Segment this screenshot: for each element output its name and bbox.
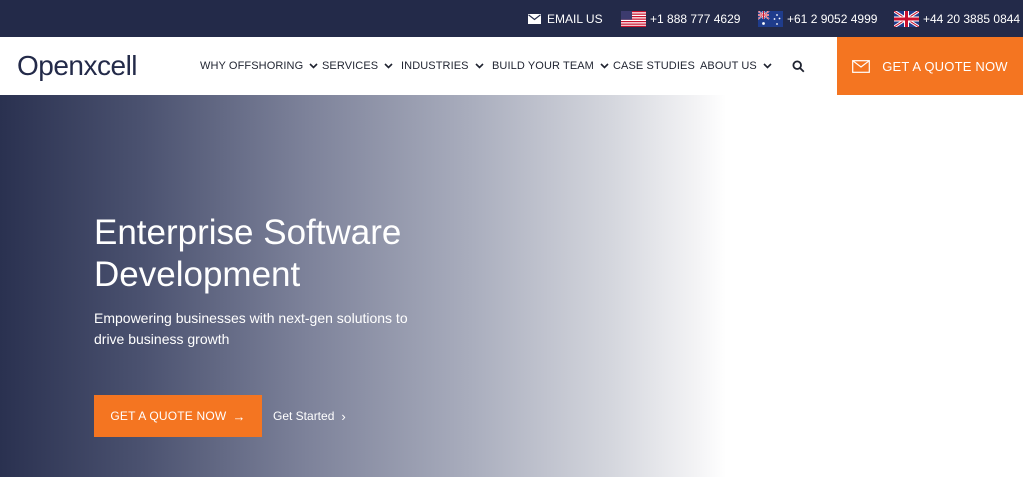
search-icon[interactable] [792, 60, 805, 73]
nav-case-studies[interactable]: CASE STUDIES [613, 37, 695, 95]
us-phone-number: +1 888 777 4629 [650, 11, 741, 26]
au-flag-icon [758, 10, 783, 27]
get-quote-hero-label: GET A QUOTE NOW [110, 409, 227, 423]
mail-icon [528, 13, 541, 24]
email-us-label: EMAIL US [547, 11, 603, 26]
us-phone-link[interactable]: +1 888 777 4629 [621, 0, 740, 37]
nav-label: SERVICES [322, 60, 379, 72]
chevron-down-icon [475, 63, 484, 69]
au-phone-number: +61 2 9052 4999 [787, 11, 878, 26]
get-quote-hero-button[interactable]: GET A QUOTE NOW → [94, 395, 262, 437]
main-header: Openxcell WHY OFFSHORING SERVICES INDUST… [0, 37, 1023, 95]
hero-section: Enterprise Software Development Empoweri… [0, 95, 1023, 477]
uk-phone-number: +44 20 3885 0844 [923, 11, 1021, 26]
nav-label: ABOUT US [700, 60, 757, 72]
nav-why-offshoring[interactable]: WHY OFFSHORING [200, 37, 318, 95]
nav-about-us[interactable]: ABOUT US [700, 37, 772, 95]
hero-subtitle: Empowering businesses with next-gen solu… [94, 310, 408, 347]
get-quote-header-label: GET A QUOTE NOW [882, 58, 1008, 74]
chevron-down-icon [600, 63, 609, 69]
openxcell-logo[interactable]: Openxcell [17, 49, 138, 83]
chevron-right-icon: › [341, 408, 346, 424]
nav-build-your-team[interactable]: BUILD YOUR TEAM [492, 37, 609, 95]
top-contact-bar: EMAIL US +1 888 777 4629 +61 2 9052 4999… [0, 0, 1023, 37]
chevron-down-icon [384, 63, 393, 69]
uk-flag-icon [894, 10, 919, 27]
nav-industries[interactable]: INDUSTRIES [401, 37, 484, 95]
nav-label: BUILD YOUR TEAM [492, 60, 594, 72]
arrow-right-icon: → [232, 408, 246, 424]
au-phone-link[interactable]: +61 2 9052 4999 [758, 0, 877, 37]
hero-title: Enterprise Software Development [94, 213, 402, 294]
chevron-down-icon [763, 63, 772, 69]
nav-label: WHY OFFSHORING [200, 60, 304, 72]
email-us-link[interactable]: EMAIL US [528, 0, 603, 37]
nav-label: INDUSTRIES [401, 60, 469, 72]
mail-icon [852, 59, 871, 73]
get-started-link[interactable]: Get Started › [273, 395, 346, 437]
us-flag-icon [621, 10, 646, 27]
get-quote-header-button[interactable]: GET A QUOTE NOW [837, 37, 1023, 95]
uk-phone-link[interactable]: +44 20 3885 0844 [894, 0, 1020, 37]
nav-label: CASE STUDIES [613, 60, 695, 72]
nav-services[interactable]: SERVICES [322, 37, 393, 95]
get-started-label: Get Started [273, 409, 335, 423]
chevron-down-icon [309, 63, 318, 69]
